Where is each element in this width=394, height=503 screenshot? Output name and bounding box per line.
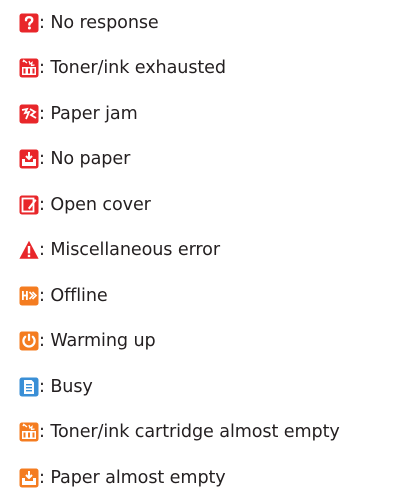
legend-label: : Toner/ink cartridge almost empty [39,422,340,443]
legend-item-offline: : Offline [19,273,391,319]
status-icon-legend: : No response : Toner/ink exhausted : Pa… [19,0,391,501]
legend-item-paper-low: : Paper almost empty [19,455,391,501]
legend-item-toner-exhausted: : Toner/ink exhausted [19,46,391,92]
legend-label: : Open cover [39,194,151,215]
legend-item-open-cover: : Open cover [19,182,391,228]
toner-exhausted-icon [19,58,39,78]
legend-label: : Busy [39,376,93,397]
legend-item-no-paper: : No paper [19,137,391,183]
warning-triangle-icon [19,240,39,260]
paper-jam-icon [19,104,39,124]
legend-label: : Warming up [39,331,156,352]
legend-item-miscellaneous-error: : Miscellaneous error [19,228,391,274]
paper-low-icon [19,468,39,488]
legend-label: : Offline [39,285,108,306]
legend-label: : Toner/ink exhausted [39,58,226,79]
question-mark-icon [19,13,39,33]
no-paper-icon [19,149,39,169]
legend-label: : Paper almost empty [39,467,226,488]
legend-item-no-response: : No response [19,0,391,46]
open-cover-icon [19,195,39,215]
legend-label: : Miscellaneous error [39,240,220,261]
legend-label: : No response [39,12,159,33]
power-icon [19,331,39,351]
legend-item-warming-up: : Warming up [19,319,391,365]
legend-item-paper-jam: : Paper jam [19,91,391,137]
legend-item-toner-low: : Toner/ink cartridge almost empty [19,410,391,456]
legend-label: : No paper [39,149,131,170]
legend-label: : Paper jam [39,103,138,124]
legend-item-busy: : Busy [19,364,391,410]
toner-low-icon [19,422,39,442]
offline-icon [19,286,39,306]
busy-document-icon [19,377,39,397]
